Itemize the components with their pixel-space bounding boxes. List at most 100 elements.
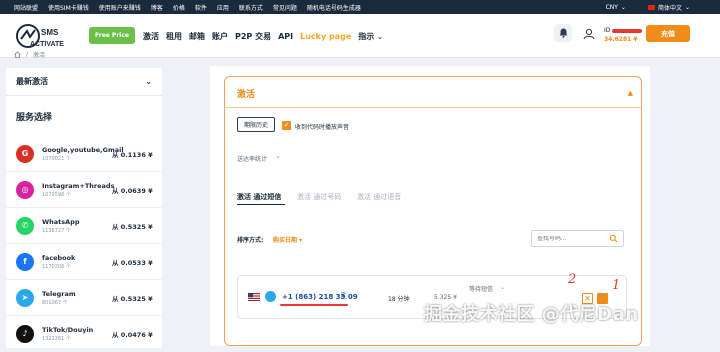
free-price-button[interactable]: Free Price bbox=[89, 27, 135, 44]
service-icon: ✆ bbox=[16, 216, 34, 235]
history-button[interactable]: 期限历史 bbox=[237, 117, 275, 132]
currency-select[interactable]: CNY ⌄ bbox=[606, 4, 626, 11]
nav-guide[interactable]: 指示 ⌄ bbox=[358, 31, 383, 42]
top-link[interactable]: 网站联盟 bbox=[14, 3, 38, 12]
copy-icon[interactable]: ⎘ bbox=[341, 292, 347, 301]
service-icon: f bbox=[16, 252, 34, 271]
nav-accounts[interactable]: 账户 bbox=[212, 31, 228, 42]
main-header: SMS ACTIVATE Free Price 激活 租用 邮箱 账户 P2P … bbox=[0, 14, 720, 58]
search-input[interactable] bbox=[537, 235, 607, 242]
top-links: 网站联盟 使用SIM卡赚钱 使用账户来赚钱 博客 价格 软件 应用 联系方式 常见问题 随机电话号… bbox=[0, 3, 361, 12]
sound-checkbox[interactable]: ✓ bbox=[282, 121, 291, 130]
tab-sms[interactable]: 激活 通过短信 bbox=[237, 192, 281, 202]
top-link[interactable]: 使用SIM卡赚钱 bbox=[48, 3, 89, 12]
annotation-one: 1 bbox=[612, 278, 621, 293]
main-nav: 激活 租用 邮箱 账户 P2P 交易 API Lucky page 指示 ⌄ bbox=[143, 28, 383, 44]
currency-label: CNY bbox=[605, 3, 618, 11]
top-link[interactable]: 使用账户来赚钱 bbox=[99, 3, 141, 12]
service-item[interactable]: ➤ Telegram 801067 个 从 0.5325 ¥ bbox=[6, 280, 162, 316]
top-link[interactable]: 价格 bbox=[173, 3, 185, 12]
active-tab-indicator bbox=[237, 204, 285, 205]
chevron-down-icon: ⌄ bbox=[620, 3, 626, 11]
chevron-down-icon[interactable]: ⌄ bbox=[275, 152, 281, 160]
svg-text:SMS: SMS bbox=[41, 28, 59, 37]
topup-button[interactable]: 充值 bbox=[646, 25, 690, 42]
bell-icon bbox=[559, 28, 567, 38]
service-item[interactable]: ✆ WhatsApp 1136727 个 从 0.5325 ¥ bbox=[6, 208, 162, 244]
delivery-stats-toggle[interactable]: 送达率统计 bbox=[237, 154, 267, 163]
language-label: 简体中文 bbox=[657, 4, 682, 12]
sort-value: 购买日期 bbox=[273, 237, 298, 244]
svg-text:ACTIVATE: ACTIVATE bbox=[30, 41, 64, 48]
service-name: facebook bbox=[42, 253, 76, 262]
breadcrumb-current: 激活 bbox=[33, 52, 46, 59]
nav-lucky-page[interactable]: Lucky page bbox=[300, 32, 351, 41]
top-link[interactable]: 随机电话号码生成器 bbox=[307, 3, 361, 12]
home-icon[interactable] bbox=[14, 51, 21, 58]
service-item[interactable]: ◎ Instagram+Threads 1070596 个 从 0.0639 ¥ bbox=[6, 172, 162, 208]
tab-voice[interactable]: 激活 通过语音 bbox=[357, 192, 401, 202]
chevron-down-icon: ⌄ bbox=[377, 32, 383, 41]
top-link[interactable]: 联系方式 bbox=[239, 3, 263, 12]
service-list: G Google,youtube,Gmail 1070021 个从 0.1136 ¥… bbox=[6, 136, 162, 352]
service-price: 从 0.0639 ¥ bbox=[112, 186, 153, 195]
service-icon: ♪ bbox=[16, 324, 34, 343]
search-icon[interactable] bbox=[609, 234, 618, 243]
recent-activations-label: 最新激活 bbox=[16, 77, 48, 86]
service-name: WhatsApp bbox=[42, 217, 80, 226]
service-item[interactable]: ♪ TikTok/Douyin 1321261 个 从 0.0476 ¥ bbox=[6, 316, 162, 352]
china-flag-icon bbox=[647, 4, 655, 10]
service-price: 从 0.5325 ¥ bbox=[112, 222, 153, 231]
nav-api[interactable]: API bbox=[278, 32, 293, 41]
service-count: 1070596 个 bbox=[42, 191, 71, 198]
chevron-down-icon[interactable]: ⌄ bbox=[500, 284, 505, 291]
us-flag-icon bbox=[248, 293, 260, 301]
service-name: Instagram+Threads bbox=[42, 181, 115, 190]
sound-checkbox-label: 收到代码时播放声音 bbox=[295, 124, 350, 131]
service-count: 1321261 个 bbox=[42, 335, 71, 342]
nav-p2p[interactable]: P2P 交易 bbox=[235, 31, 271, 42]
language-select[interactable]: 简体中文 ⌄ bbox=[647, 3, 690, 12]
status-waiting: 等待短信 bbox=[469, 286, 494, 293]
collapse-caret-icon[interactable]: ▲ bbox=[628, 89, 633, 97]
breadcrumb: / 激活 bbox=[14, 50, 45, 59]
service-icon: G bbox=[16, 144, 34, 163]
sort-label: 排序方式: bbox=[237, 237, 264, 244]
service-price: 从 0.5325 ¥ bbox=[112, 294, 153, 303]
nav-activation[interactable]: 激活 bbox=[143, 31, 159, 42]
sms-activate-logo[interactable]: SMS ACTIVATE bbox=[14, 21, 80, 53]
service-icon: ◎ bbox=[16, 180, 34, 199]
top-link[interactable]: 博客 bbox=[151, 3, 163, 12]
divider bbox=[225, 107, 641, 108]
service-item[interactable]: G Google,youtube,Gmail 1070021 个从 0.1136 ¥ bbox=[6, 136, 162, 172]
top-link[interactable]: 应用 bbox=[217, 3, 229, 12]
service-selection-title: 服务选择 bbox=[16, 113, 53, 123]
tab-number[interactable]: 激活 通过号码 bbox=[297, 192, 341, 202]
top-links-bar: 网站联盟 使用SIM卡赚钱 使用账户来赚钱 博客 价格 软件 应用 联系方式 常见问题 随机电话号… bbox=[0, 0, 720, 14]
service-price: 从 0.0533 ¥ bbox=[112, 258, 153, 267]
top-link[interactable]: 软件 bbox=[195, 3, 207, 12]
phone-underline-annotation bbox=[280, 304, 348, 306]
time-remaining: 18 分钟 bbox=[388, 296, 410, 303]
id-redacted bbox=[612, 28, 643, 33]
service-item[interactable]: f facebook 1170206 个 从 0.0533 ¥ bbox=[6, 244, 162, 280]
watermark: 掘金技术社区 @代尼Dan bbox=[424, 304, 639, 325]
service-icon: ➤ bbox=[16, 288, 34, 307]
chevron-down-icon: ⌄ bbox=[684, 3, 690, 11]
notifications-button[interactable] bbox=[554, 24, 572, 42]
user-avatar-icon[interactable] bbox=[583, 28, 595, 40]
breadcrumb-separator: / bbox=[26, 51, 29, 58]
balance-value: 34.6281 ¥ bbox=[604, 36, 638, 43]
top-link[interactable]: 常见问题 bbox=[273, 3, 297, 12]
recent-activations-toggle[interactable]: 最新激活 ⌄ bbox=[6, 68, 162, 96]
nav-email[interactable]: 邮箱 bbox=[189, 31, 205, 42]
number-search[interactable] bbox=[531, 230, 624, 247]
telegram-icon bbox=[265, 291, 276, 302]
annotation-two: 2 bbox=[568, 272, 577, 287]
service-count: 1136727 个 bbox=[42, 227, 71, 234]
nav-guide-label: 指示 bbox=[358, 31, 375, 41]
service-name: TikTok/Douyin bbox=[42, 325, 94, 334]
nav-rent[interactable]: 租用 bbox=[166, 31, 182, 42]
card-title: 激活 bbox=[237, 90, 256, 100]
sort-select[interactable]: 购买日期 ▾ bbox=[273, 235, 302, 244]
